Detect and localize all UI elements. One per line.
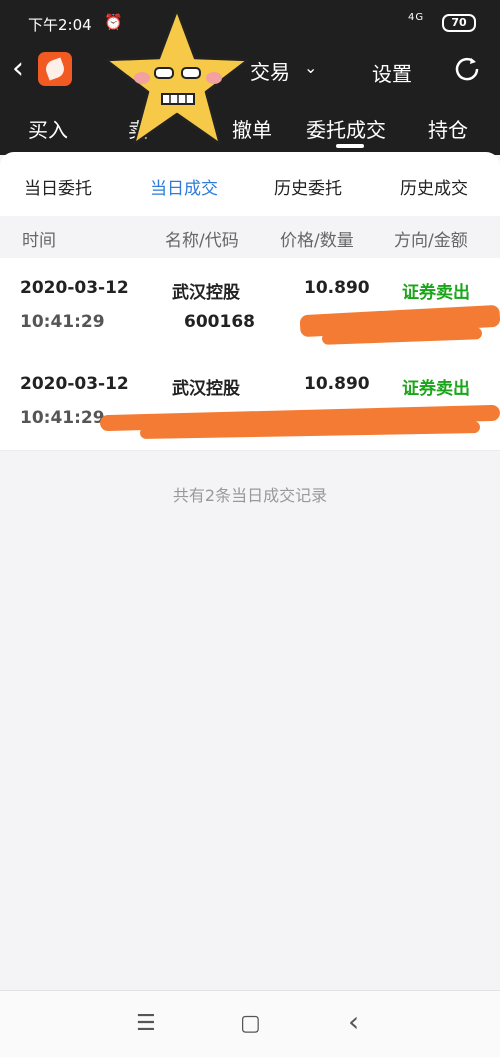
back-icon[interactable]: ‹ [12,54,24,84]
subtab-today-orders[interactable]: 当日委托 [24,174,92,199]
col-price-qty: 价格/数量 [280,231,354,251]
home-icon[interactable]: ▢ [240,1011,261,1036]
battery-icon: 70 [442,14,476,32]
refresh-icon[interactable] [452,54,482,84]
page-title[interactable]: 交易 [250,56,290,85]
subtab-today-trades[interactable]: 当日成交 [150,174,218,199]
tab-orders-trades[interactable]: 委托成交 [306,114,386,143]
trade-price: 10.890 [304,374,370,394]
table-row[interactable]: 2020-03-12 10:41:29 武汉控股 10.890 证券卖出 [0,354,500,451]
menu-icon[interactable]: ☰ [136,1011,156,1036]
status-time: 下午2:04 [28,16,92,34]
records-summary: 共有2条当日成交记录 [172,486,328,505]
trade-time: 10:41:29 [20,408,105,428]
sub-tabs: 当日委托 当日成交 历史委托 历史成交 [0,152,500,216]
app-logo [38,52,72,86]
trade-direction: 证券卖出 [402,283,470,303]
star-sticker [104,8,250,146]
settings-button[interactable]: 设置 [372,58,412,87]
stock-name: 武汉控股 [172,379,240,399]
column-header: 时间 名称/代码 价格/数量 方向/金额 [0,216,500,256]
signal-icon: 4G [408,12,425,23]
subtab-history-trades[interactable]: 历史成交 [400,174,468,199]
stock-code: 600168 [184,312,255,332]
col-name-code: 名称/代码 [165,231,239,251]
active-tab-indicator [336,144,364,148]
col-time: 时间 [22,231,56,251]
stock-name: 武汉控股 [172,283,240,303]
trade-price: 10.890 [304,278,370,298]
system-nav-bar: ☰ ▢ ‹ [0,990,500,1057]
chevron-down-icon[interactable]: ⌄ [304,58,317,77]
tab-buy[interactable]: 买入 [28,114,68,143]
trade-date: 2020-03-12 [20,374,129,394]
back-nav-icon[interactable]: ‹ [348,1005,359,1038]
tab-positions[interactable]: 持仓 [428,114,468,143]
trade-time: 10:41:29 [20,312,105,332]
trade-date: 2020-03-12 [20,278,129,298]
table-row[interactable]: 2020-03-12 10:41:29 武汉控股 600168 10.890 证… [0,258,500,355]
subtab-history-orders[interactable]: 历史委托 [274,174,342,199]
trade-direction: 证券卖出 [402,379,470,399]
col-direction-amount: 方向/金额 [394,231,468,251]
